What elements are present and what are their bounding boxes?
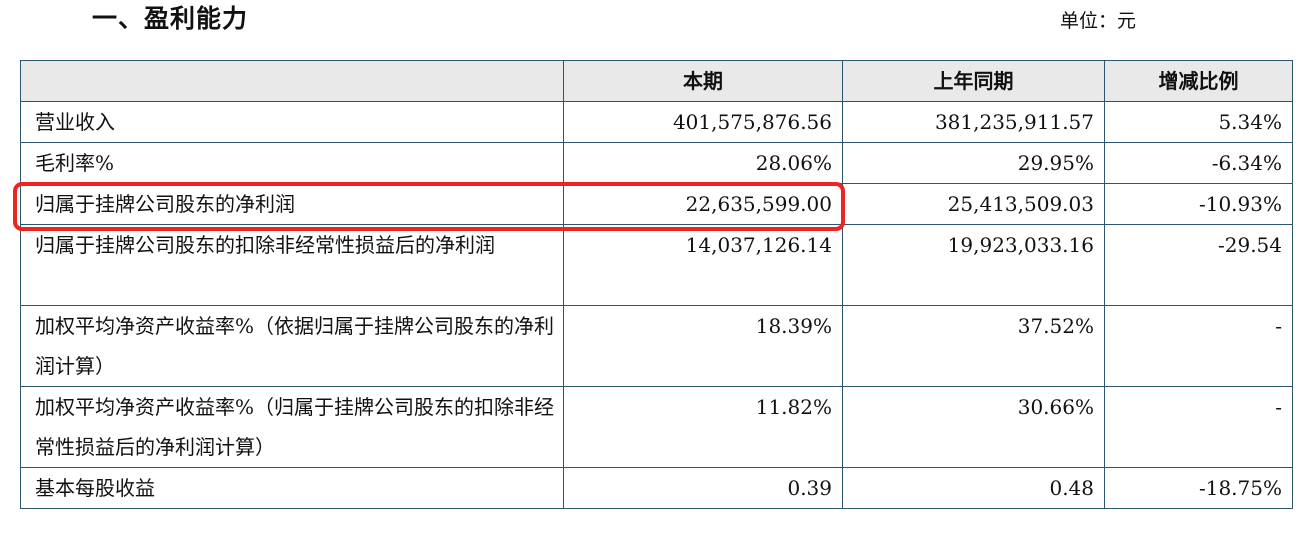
previous-value: 29.95% xyxy=(842,142,1105,184)
unit-label: 单位：元 xyxy=(1060,10,1137,32)
table-row: 加权平均净资产收益率%（依据归属于挂牌公司股东的净利润计算） 18.39% 37… xyxy=(20,305,1293,387)
profitability-table: 本期 上年同期 增减比例 营业收入 401,575,876.56 381,235… xyxy=(20,60,1293,509)
table-row: 毛利率% 28.06% 29.95% -6.34% xyxy=(20,142,1293,184)
row-label: 基本每股收益 xyxy=(20,467,564,509)
row-label: 加权平均净资产收益率%（归属于挂牌公司股东的扣除非经常性损益后的净利润计算） xyxy=(20,386,564,468)
column-header-item xyxy=(20,60,564,102)
column-header-current: 本期 xyxy=(563,60,843,102)
change-value: -29.54 xyxy=(1104,224,1293,306)
previous-value: 19,923,033.16 xyxy=(842,224,1105,306)
row-label: 毛利率% xyxy=(20,142,564,184)
current-value: 22,635,599.00 xyxy=(563,183,843,225)
change-value: -10.93% xyxy=(1104,183,1293,225)
previous-value: 37.52% xyxy=(842,305,1105,387)
previous-value: 381,235,911.57 xyxy=(842,101,1105,143)
table-row: 归属于挂牌公司股东的扣除非经常性损益后的净利润 14,037,126.14 19… xyxy=(20,224,1293,306)
current-value: 401,575,876.56 xyxy=(563,101,843,143)
row-label: 加权平均净资产收益率%（依据归属于挂牌公司股东的净利润计算） xyxy=(20,305,564,387)
table-row: 加权平均净资产收益率%（归属于挂牌公司股东的扣除非经常性损益后的净利润计算） 1… xyxy=(20,386,1293,468)
current-value: 14,037,126.14 xyxy=(563,224,843,306)
row-label: 营业收入 xyxy=(20,101,564,143)
table-row: 营业收入 401,575,876.56 381,235,911.57 5.34% xyxy=(20,101,1293,143)
current-value: 18.39% xyxy=(563,305,843,387)
section-title: 一、盈利能力 xyxy=(92,4,249,33)
change-value: -18.75% xyxy=(1104,467,1293,509)
previous-value: 0.48 xyxy=(842,467,1105,509)
table-row: 基本每股收益 0.39 0.48 -18.75% xyxy=(20,467,1293,509)
row-label: 归属于挂牌公司股东的净利润 xyxy=(20,183,564,225)
table-row: 归属于挂牌公司股东的净利润 22,635,599.00 25,413,509.0… xyxy=(20,183,1293,225)
change-value: 5.34% xyxy=(1104,101,1293,143)
row-label: 归属于挂牌公司股东的扣除非经常性损益后的净利润 xyxy=(20,224,564,306)
column-header-previous: 上年同期 xyxy=(842,60,1105,102)
table-header-row: 本期 上年同期 增减比例 xyxy=(20,60,1293,102)
change-value: - xyxy=(1104,305,1293,387)
previous-value: 30.66% xyxy=(842,386,1105,468)
current-value: 28.06% xyxy=(563,142,843,184)
current-value: 11.82% xyxy=(563,386,843,468)
change-value: - xyxy=(1104,386,1293,468)
previous-value: 25,413,509.03 xyxy=(842,183,1105,225)
current-value: 0.39 xyxy=(563,467,843,509)
column-header-change: 增减比例 xyxy=(1104,60,1293,102)
change-value: -6.34% xyxy=(1104,142,1293,184)
